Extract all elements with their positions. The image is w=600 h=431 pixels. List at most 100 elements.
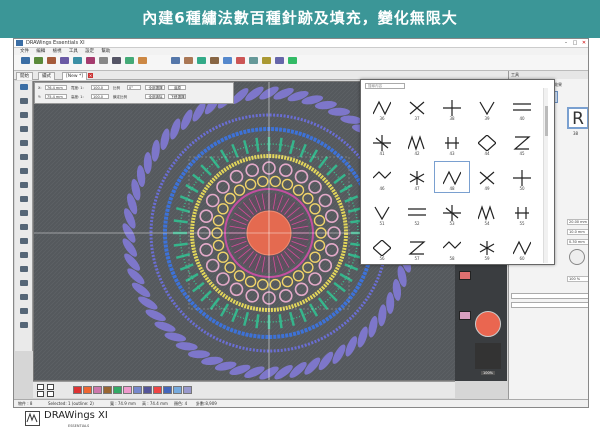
dropdown-1[interactable] — [511, 293, 588, 299]
maximize-button[interactable]: □ — [571, 40, 579, 46]
palette-color-swatch[interactable] — [93, 386, 102, 394]
eye-icon[interactable] — [37, 384, 44, 390]
x-input[interactable]: 76.4 mm — [45, 85, 67, 90]
clear-all-button[interactable]: 全部清除 — [145, 94, 165, 99]
stitch-item[interactable]: 46 — [365, 162, 399, 192]
tool-button-5[interactable] — [17, 140, 31, 152]
stitch-item[interactable]: 53 — [435, 197, 469, 227]
stitch-item[interactable]: 42 — [400, 127, 434, 157]
stitch-item[interactable]: 38 — [435, 92, 469, 122]
percent-input[interactable]: 100 % — [567, 276, 588, 282]
stitch-item[interactable]: 41 — [365, 127, 399, 157]
tab-new-document[interactable]: [New *] — [62, 72, 88, 80]
stitch-item[interactable]: 57 — [400, 232, 434, 262]
palette-color-swatch[interactable] — [173, 386, 182, 394]
selected-stitch-preview[interactable]: R — [567, 107, 588, 129]
stitch-item[interactable]: 54 — [470, 197, 504, 227]
stitch-item[interactable]: 52 — [400, 197, 434, 227]
panel-tab-effect[interactable]: 效果 — [554, 82, 562, 88]
stitch-item[interactable]: 48 — [434, 161, 470, 193]
tool-button-3[interactable] — [17, 112, 31, 124]
palette-color-swatch[interactable] — [143, 386, 152, 394]
angle-dial[interactable] — [569, 249, 585, 265]
stitch-item[interactable]: 43 — [435, 127, 469, 157]
tool-button-9[interactable] — [17, 196, 31, 208]
tool-button-8[interactable] — [17, 182, 31, 194]
close-tab-icon[interactable]: × — [88, 73, 93, 78]
close-icon[interactable] — [47, 384, 54, 390]
dropdown-2[interactable] — [511, 302, 588, 308]
stitch-item[interactable]: 45 — [505, 127, 539, 157]
stitch-item[interactable]: 44 — [470, 127, 504, 157]
menu-view[interactable]: 檢視 — [53, 48, 62, 55]
stitch-item[interactable]: 50 — [505, 162, 539, 192]
tool-button-7[interactable] — [17, 168, 31, 180]
close-icon[interactable] — [47, 391, 54, 397]
tool-button-18[interactable] — [17, 322, 31, 334]
y-input[interactable]: 75.4 mm — [45, 94, 67, 99]
tool-icon — [20, 210, 28, 216]
ribbon-button-10[interactable] — [133, 56, 151, 70]
tab-home[interactable]: 開始 — [16, 72, 33, 80]
close-button[interactable]: ✕ — [580, 40, 588, 46]
move-down-button[interactable]: 下移選擇 — [168, 94, 186, 99]
minimize-button[interactable]: – — [562, 40, 570, 46]
zoom-level[interactable]: 100% — [481, 371, 496, 375]
tool-button-11[interactable] — [17, 224, 31, 236]
width-input[interactable]: 100.0 — [91, 85, 109, 90]
palette-color-swatch[interactable] — [73, 386, 82, 394]
stitch-item[interactable]: 37 — [400, 92, 434, 122]
tool-icon — [20, 98, 28, 104]
tool-button-1[interactable] — [17, 84, 31, 96]
stitch-item[interactable]: 55 — [505, 197, 539, 227]
menu-help[interactable]: 幫助 — [101, 48, 110, 55]
palette-color-swatch[interactable] — [113, 386, 122, 394]
spacing-input[interactable]: 0.30 mm — [567, 239, 588, 245]
select-all-button[interactable]: 全部選擇 — [145, 85, 165, 90]
eye-icon[interactable] — [37, 391, 44, 397]
palette-color-swatch[interactable] — [133, 386, 142, 394]
palette-color-swatch[interactable] — [163, 386, 172, 394]
palette-color-swatch[interactable] — [123, 386, 132, 394]
stitch-item[interactable]: 60 — [505, 232, 539, 262]
stitch-item[interactable]: 56 — [365, 232, 399, 262]
tool-button-14[interactable] — [17, 266, 31, 278]
color-swatch-pink[interactable] — [459, 311, 471, 320]
tool-button-10[interactable] — [17, 210, 31, 222]
palette-color-swatch[interactable] — [103, 386, 112, 394]
menu-settings[interactable]: 設定 — [85, 48, 94, 55]
color-swatch-red[interactable] — [459, 271, 471, 280]
tool-button-15[interactable] — [17, 280, 31, 292]
stitch-item[interactable]: 47 — [400, 162, 434, 192]
stitch-item[interactable]: 36 — [365, 92, 399, 122]
palette-color-swatch[interactable] — [83, 386, 92, 394]
menu-file[interactable]: 文件 — [20, 48, 29, 55]
stitch-item[interactable]: 49 — [470, 162, 504, 192]
tab-style[interactable]: 繡式 — [38, 72, 55, 80]
length-input[interactable]: 20.00 mm — [567, 219, 588, 225]
tool-button-16[interactable] — [17, 294, 31, 306]
tool-button-12[interactable] — [17, 238, 31, 250]
ribbon-button-20[interactable] — [283, 56, 301, 70]
stitch-item[interactable]: 58 — [435, 232, 469, 262]
stitch-item[interactable]: 51 — [365, 197, 399, 227]
palette-color-swatch[interactable] — [153, 386, 162, 394]
stitch-item[interactable]: 59 — [470, 232, 504, 262]
menu-edit[interactable]: 編輯 — [36, 48, 45, 55]
tool-button-6[interactable] — [17, 154, 31, 166]
stitch-panel-scrollbar[interactable] — [543, 88, 548, 263]
menu-tools[interactable]: 工具 — [69, 48, 78, 55]
stitch-item[interactable]: 39 — [470, 92, 504, 122]
tool-button-4[interactable] — [17, 126, 31, 138]
height-input[interactable]: 100.0 — [91, 94, 109, 99]
lock-ratio-checkbox[interactable]: 鎖定比例 — [113, 95, 127, 100]
palette-color-swatch[interactable] — [183, 386, 192, 394]
tool-button-2[interactable] — [17, 98, 31, 110]
stitch-search-input[interactable]: 搜尋內容 — [365, 83, 405, 89]
density-input[interactable]: 10.0 mm — [567, 229, 588, 235]
angle-input[interactable]: 0° — [127, 85, 141, 90]
restore-button[interactable]: 還原 — [168, 85, 186, 90]
tool-button-17[interactable] — [17, 308, 31, 320]
stitch-item[interactable]: 40 — [505, 92, 539, 122]
tool-button-13[interactable] — [17, 252, 31, 264]
